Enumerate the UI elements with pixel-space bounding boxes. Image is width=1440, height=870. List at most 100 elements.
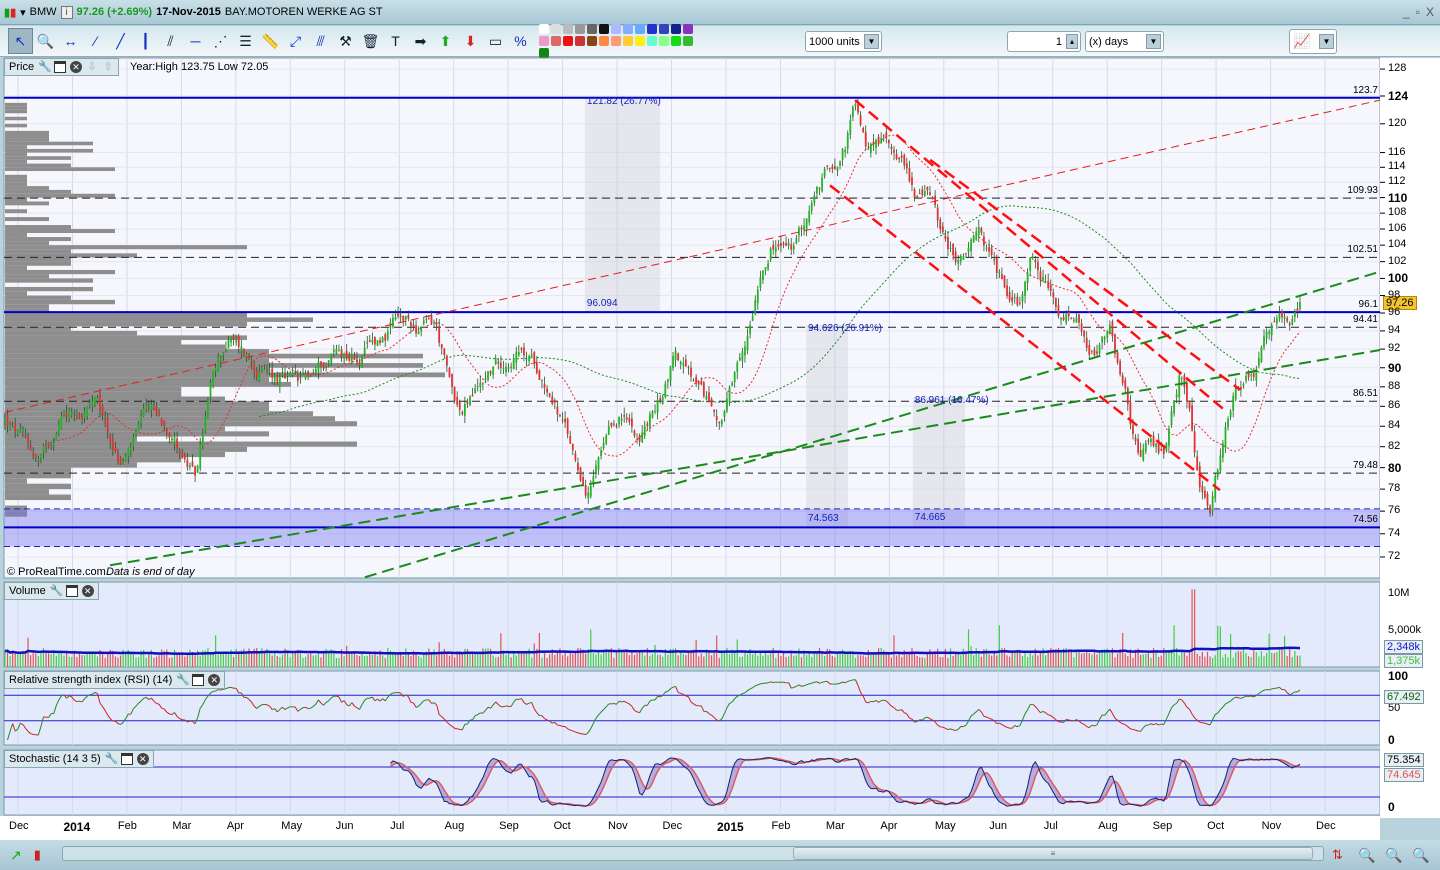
candle-body: [325, 363, 328, 367]
candle-body: [1021, 294, 1024, 302]
candle-body: [260, 367, 263, 371]
candle-body: [165, 428, 168, 434]
window-icon[interactable]: [54, 61, 67, 73]
volume-profile-bar: [5, 349, 269, 354]
chart-canvas[interactable]: [0, 0, 1440, 870]
price-tick-label: 88: [1388, 379, 1401, 392]
candle-body: [1186, 382, 1188, 402]
candle-body: [1062, 316, 1065, 321]
wrench-icon[interactable]: 🔧: [50, 585, 64, 597]
candle-body: [1103, 337, 1106, 340]
volume-profile-bar: [5, 229, 115, 234]
zoom-in-icon[interactable]: 🔍: [1412, 847, 1429, 864]
candle-body: [163, 420, 166, 426]
close-icon[interactable]: ✕: [81, 585, 94, 597]
volume-profile-bar: [5, 426, 225, 432]
candle-body: [692, 380, 695, 382]
zoom-fit-icon[interactable]: 🔍: [1358, 847, 1375, 864]
candle-body: [546, 388, 549, 393]
rsi-line-segment: [996, 722, 1000, 725]
volume-profile-bar: [5, 396, 225, 402]
candle-body: [785, 242, 787, 246]
close-icon[interactable]: ✕: [136, 753, 149, 765]
candle-body: [11, 422, 14, 424]
rsi-line-segment: [881, 699, 884, 702]
candle-body: [127, 447, 130, 457]
candle-body: [1139, 450, 1142, 457]
candle-body: [579, 467, 582, 481]
rsi-line-segment: [685, 695, 689, 698]
candle-body: [291, 372, 294, 375]
wrench-icon[interactable]: 🔧: [38, 61, 52, 73]
wrench-icon[interactable]: 🔧: [105, 753, 119, 765]
volume-profile-bar: [5, 441, 357, 447]
volume-profile-bar: [5, 109, 27, 114]
candle: [1003, 275, 1006, 289]
candle-body: [967, 247, 970, 252]
candle-body: [189, 465, 191, 468]
candle-body: [723, 411, 726, 417]
candle-body: [440, 344, 443, 349]
candle-body: [926, 186, 929, 191]
chart-type-icon[interactable]: ↗: [10, 847, 22, 864]
candle-body: [109, 434, 112, 443]
price-tick-label: 112: [1388, 175, 1406, 188]
date-tick-label: Apr: [226, 820, 244, 832]
candle-body: [160, 418, 163, 425]
candle-style-icon[interactable]: ▮: [34, 847, 41, 863]
volume-profile-bar: [5, 304, 49, 309]
candle-body: [268, 369, 271, 371]
candle-body: [798, 227, 800, 236]
close-icon[interactable]: ✕: [208, 674, 221, 686]
candle-body: [402, 315, 405, 321]
wrench-icon[interactable]: 🔧: [176, 674, 190, 686]
candle-body: [196, 465, 199, 473]
candle-body: [564, 418, 566, 423]
candle-body: [407, 314, 410, 319]
candle-body: [666, 379, 669, 383]
volume-average-badge: 2,348k: [1384, 640, 1424, 654]
candle-body: [690, 367, 692, 377]
candle-body: [284, 374, 286, 379]
date-tick-label: Jun: [989, 820, 1008, 832]
window-icon[interactable]: [120, 753, 133, 765]
rsi-line-segment: [79, 700, 83, 703]
volume-profile-bar: [5, 358, 269, 364]
candle-body: [880, 138, 883, 144]
candle-body: [931, 198, 934, 200]
candle-body: [34, 454, 37, 458]
move-up-icon[interactable]: ⇧: [102, 61, 114, 73]
price-tick-label: 84: [1388, 419, 1401, 432]
move-down-icon[interactable]: ⇩: [86, 61, 98, 73]
scrollbar-thumb[interactable]: ≡: [793, 847, 1313, 860]
close-icon[interactable]: ✕: [70, 61, 83, 73]
autoscale-icon[interactable]: ⇅: [1332, 847, 1343, 863]
window-icon[interactable]: [65, 585, 78, 597]
rsi-line-segment: [1276, 686, 1280, 689]
candle: [538, 369, 541, 381]
zoom-out-icon[interactable]: 🔍: [1385, 847, 1402, 864]
candle-body: [57, 424, 60, 433]
candle: [1119, 358, 1122, 377]
candle-body: [456, 396, 459, 405]
horizontal-scrollbar[interactable]: ≡: [62, 846, 1324, 861]
candle-body: [281, 373, 284, 376]
window-icon[interactable]: [192, 674, 205, 686]
volume-profile-bar: [5, 123, 27, 128]
candle-body: [42, 445, 45, 453]
rsi-line-segment: [161, 707, 165, 710]
candle-body: [610, 422, 613, 426]
candle-body: [854, 103, 857, 106]
candle: [1260, 345, 1263, 364]
candle-body: [1175, 394, 1178, 398]
rsi-line-segment: [1066, 718, 1069, 721]
candle-body: [153, 406, 155, 411]
candle-body: [86, 406, 89, 417]
candle-body: [1265, 331, 1268, 339]
candle-body: [1090, 350, 1093, 352]
volume-profile-bar: [5, 249, 71, 254]
rsi-line-segment: [1263, 689, 1267, 691]
candle: [579, 466, 582, 483]
candle-body: [296, 377, 299, 381]
candle-body: [314, 369, 317, 374]
